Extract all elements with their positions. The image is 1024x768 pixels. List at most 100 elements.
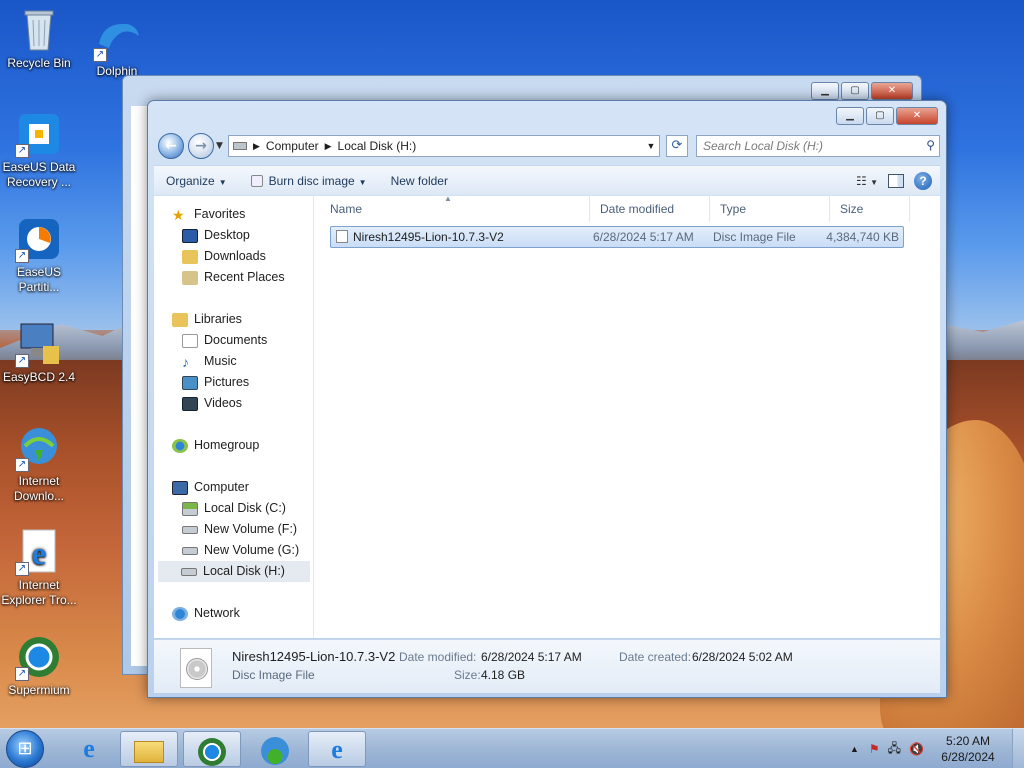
address-bar[interactable]: ▶ Computer ▶ Local Disk (H:) ▼: [228, 135, 660, 157]
details-file-type: Disc Image File: [232, 668, 315, 682]
details-date-modified-label: Date modified:: [399, 650, 477, 664]
windows-logo-icon: ⊞: [17, 738, 33, 759]
burn-disc-image-button[interactable]: Burn disc image ▼: [239, 169, 379, 193]
internet-explorer-icon: e: [83, 734, 95, 763]
nav-local-disk-c[interactable]: Local Disk (C:): [182, 498, 286, 519]
explorer-body: ★ Favorites Desktop Downloads Recent Plac…: [154, 194, 940, 638]
nav-music[interactable]: ♪ Music: [182, 351, 237, 372]
burn-disc-icon: [250, 175, 263, 188]
breadcrumb-local-disk-h[interactable]: Local Disk (H:): [338, 139, 417, 153]
nav-new-volume-f[interactable]: New Volume (F:): [182, 519, 297, 540]
action-center-icon[interactable]: ⚑: [869, 742, 880, 756]
nav-computer[interactable]: Computer: [172, 477, 249, 498]
search-input[interactable]: Search Local Disk (H:) ⚲: [696, 135, 940, 157]
minimize-button[interactable]: ▁: [836, 107, 864, 125]
desktop-icon-recycle-bin[interactable]: Recycle Bin: [1, 6, 77, 71]
desktop-icon-dolphin[interactable]: ↗ Dolphin: [79, 14, 155, 79]
nav-libraries[interactable]: Libraries: [172, 309, 242, 330]
close-icon[interactable]: ✕: [871, 82, 913, 100]
desktop-icon: [182, 228, 198, 243]
desktop-icon-easeus-data-recovery[interactable]: ↗ EaseUS Data Recovery ...: [1, 110, 77, 190]
breadcrumb-computer[interactable]: Computer: [266, 139, 319, 153]
breadcrumb-separator-icon[interactable]: ▶: [325, 141, 332, 152]
window-controls: ▁ ▢ ✕: [836, 107, 938, 125]
navigation-pane: ★ Favorites Desktop Downloads Recent Plac…: [154, 196, 314, 638]
nav-favorites[interactable]: ★ Favorites: [172, 204, 245, 225]
taskbar-internet-download-manager[interactable]: [246, 731, 304, 767]
column-header-date-modified[interactable]: Date modified: [590, 196, 710, 222]
back-button[interactable]: ←: [158, 133, 184, 159]
details-size-label: Size:: [454, 668, 481, 682]
column-header-size[interactable]: Size: [830, 196, 910, 222]
nav-documents[interactable]: Documents: [182, 330, 267, 351]
preview-pane-button[interactable]: [888, 173, 904, 188]
help-button[interactable]: ?: [914, 171, 932, 190]
network-tray-icon[interactable]: 🖧: [888, 739, 901, 760]
star-icon: ★: [172, 206, 185, 223]
explorer-window[interactable]: ▁ ▢ ✕ ← → ▼ ▶ Computer ▶ Local Disk (H:)…: [147, 100, 947, 698]
nav-videos[interactable]: Videos: [182, 393, 242, 414]
nav-network[interactable]: Network: [172, 603, 240, 624]
minimize-icon[interactable]: ▁: [811, 82, 839, 100]
change-view-button[interactable]: ☷ ▼: [856, 174, 878, 188]
maximize-icon[interactable]: ▢: [841, 82, 869, 100]
show-desktop-button[interactable]: [1012, 729, 1024, 768]
column-header-name[interactable]: Name ▲: [320, 194, 590, 222]
address-dropdown-icon[interactable]: ▼: [643, 141, 659, 151]
windows-drive-icon: [182, 501, 198, 516]
libraries-icon: [172, 312, 188, 327]
supermium-icon: ↗: [15, 633, 63, 681]
nav-downloads[interactable]: Downloads: [182, 246, 266, 267]
easeus-data-recovery-icon: ↗: [15, 110, 63, 158]
taskbar-supermium[interactable]: [183, 731, 241, 767]
disc-image-icon: [180, 648, 212, 688]
start-button[interactable]: ⊞: [6, 730, 44, 768]
file-type: Disc Image File: [713, 230, 796, 244]
network-icon: [172, 606, 188, 621]
drive-icon: [181, 567, 197, 576]
drive-icon: [182, 525, 198, 534]
shortcut-arrow-icon: ↗: [15, 562, 29, 576]
clock[interactable]: 5:20 AM 6/28/2024: [930, 733, 1006, 765]
details-date-modified: 6/28/2024 5:17 AM: [481, 650, 582, 664]
close-button[interactable]: ✕: [896, 107, 938, 125]
refresh-button[interactable]: ⟳: [666, 135, 688, 157]
drive-icon: [182, 546, 198, 555]
nav-pictures[interactable]: Pictures: [182, 372, 249, 393]
file-size: 4,384,740 KB: [826, 230, 899, 244]
drive-icon: [233, 142, 247, 150]
desktop-icon-internet-explorer[interactable]: e ↗ Internet Explorer Tro...: [1, 528, 77, 608]
table-row[interactable]: Niresh12495-Lion-10.7.3-V2 6/28/2024 5:1…: [330, 226, 904, 248]
taskbar: ⊞ e e ▲ ⚑ 🖧 🔇 5:20 AM 6/28/2024: [0, 728, 1024, 768]
maximize-button[interactable]: ▢: [866, 107, 894, 125]
shortcut-arrow-icon: ↗: [15, 458, 29, 472]
file-date-modified: 6/28/2024 5:17 AM: [593, 230, 694, 244]
disc-image-file-icon: [336, 230, 348, 243]
documents-icon: [182, 333, 198, 348]
computer-icon: [172, 480, 188, 495]
nav-homegroup[interactable]: Homegroup: [172, 435, 259, 456]
show-hidden-icons-button[interactable]: ▲: [850, 744, 859, 754]
nav-new-volume-g[interactable]: New Volume (G:): [182, 540, 299, 561]
nav-desktop[interactable]: Desktop: [182, 225, 250, 246]
nav-recent-places[interactable]: Recent Places: [182, 267, 285, 288]
recent-pages-dropdown-icon[interactable]: ▼: [216, 141, 223, 151]
desktop-icon-easeus-partition[interactable]: ↗ EaseUS Partiti...: [1, 215, 77, 295]
videos-icon: [182, 396, 198, 411]
search-icon: ⚲: [926, 138, 935, 152]
column-header-type[interactable]: Type: [710, 196, 830, 222]
organize-button[interactable]: Organize ▼: [154, 169, 239, 193]
taskbar-internet-explorer-2[interactable]: e: [308, 731, 366, 767]
details-pane: Niresh12495-Lion-10.7.3-V2 Disc Image Fi…: [154, 639, 940, 693]
desktop-icon-supermium[interactable]: ↗ Supermium: [1, 633, 77, 698]
volume-muted-icon[interactable]: 🔇: [909, 742, 924, 756]
desktop-icon-internet-download-manager[interactable]: ↗ Internet Downlo...: [1, 424, 77, 504]
taskbar-windows-explorer[interactable]: [120, 731, 178, 767]
taskbar-internet-explorer[interactable]: e: [60, 731, 118, 767]
nav-local-disk-h[interactable]: Local Disk (H:): [158, 561, 310, 582]
chevron-down-icon: ▼: [358, 177, 367, 187]
desktop-icon-easybcd[interactable]: ↗ EasyBCD 2.4: [1, 320, 77, 385]
details-size: 4.18 GB: [481, 668, 526, 682]
breadcrumb-separator-icon[interactable]: ▶: [253, 141, 260, 152]
forward-button[interactable]: →: [188, 133, 214, 159]
